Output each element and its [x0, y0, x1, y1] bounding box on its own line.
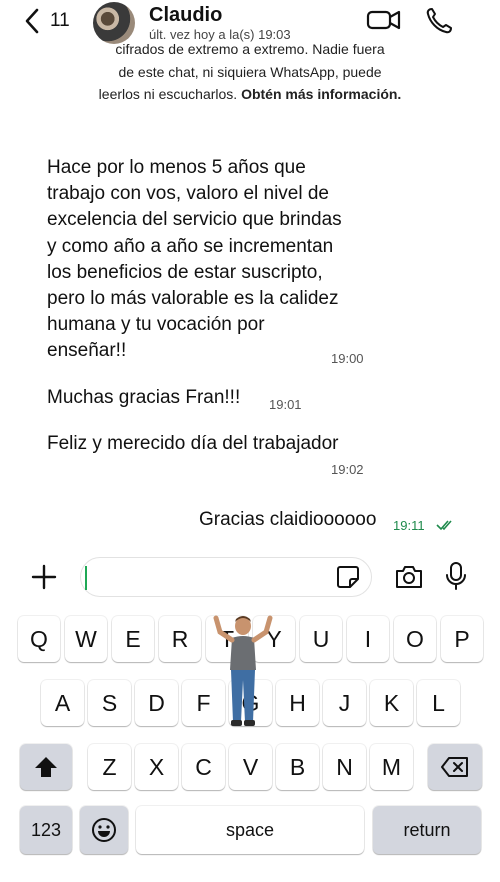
key-x[interactable]: X: [135, 744, 178, 790]
key-v[interactable]: V: [229, 744, 272, 790]
message-line: excelencia del servicio que brindas: [47, 209, 342, 231]
more-info-link[interactable]: Obtén más información.: [241, 86, 401, 102]
received-message[interactable]: Hace por lo menos 5 años que trabajo con…: [47, 155, 342, 365]
encryption-notice: cifrados de extremo a extremo. Nadie fue…: [60, 38, 440, 106]
message-text: Muchas gracias Fran!!!: [47, 387, 241, 408]
key-q[interactable]: Q: [18, 616, 60, 662]
video-call-icon[interactable]: [366, 4, 402, 34]
back-button[interactable]: 11: [22, 6, 70, 36]
key-d[interactable]: D: [135, 680, 178, 726]
key-i[interactable]: I: [347, 616, 389, 662]
back-chevron-icon: [25, 8, 39, 34]
message-line: enseñar!!: [47, 340, 127, 362]
read-ticks-icon: [436, 520, 452, 531]
phone-icon[interactable]: [424, 6, 454, 36]
emoji-key[interactable]: [80, 806, 128, 854]
message-time: 19:02: [331, 462, 364, 477]
backspace-key[interactable]: [428, 744, 482, 790]
notice-line: de este chat, ni siquiera WhatsApp, pued…: [118, 63, 382, 80]
received-message[interactable]: Muchas gracias Fran!!!: [47, 385, 240, 411]
sticker-icon[interactable]: [336, 565, 360, 589]
message-line: Hace por lo menos 5 años que: [47, 157, 306, 178]
key-z[interactable]: Z: [88, 744, 131, 790]
message-input[interactable]: [80, 557, 372, 597]
unread-count: 11: [50, 10, 70, 31]
key-a[interactable]: A: [41, 680, 84, 726]
key-w[interactable]: W: [65, 616, 107, 662]
message-line: trabajo con vos, valoro el nivel de: [47, 183, 329, 205]
key-t[interactable]: T: [206, 616, 248, 662]
message-line: humana y tu vocación por: [47, 314, 265, 336]
key-e[interactable]: E: [112, 616, 154, 662]
key-s[interactable]: S: [88, 680, 131, 726]
backspace-icon: [441, 757, 468, 777]
key-u[interactable]: U: [300, 616, 342, 662]
notice-line: leerlos ni escucharlos. Obtén más inform…: [60, 83, 440, 106]
key-o[interactable]: O: [394, 616, 436, 662]
message-line: y como año a año se incrementan: [47, 235, 334, 257]
microphone-icon[interactable]: [444, 561, 468, 591]
key-k[interactable]: K: [370, 680, 413, 726]
key-l[interactable]: L: [417, 680, 460, 726]
notice-text: leerlos ni escucharlos.: [98, 86, 238, 102]
plus-icon[interactable]: [30, 563, 58, 591]
shift-icon: [35, 757, 57, 777]
space-key[interactable]: space: [136, 806, 364, 854]
contact-name[interactable]: Claudio: [149, 4, 222, 27]
key-b[interactable]: B: [276, 744, 319, 790]
camera-icon[interactable]: [394, 563, 424, 591]
notice-line: cifrados de extremo a extremo. Nadie fue…: [115, 41, 385, 57]
message-text: Feliz y merecido día del trabajador: [47, 433, 339, 454]
numbers-key[interactable]: 123: [20, 806, 72, 854]
text-cursor: [85, 566, 87, 590]
key-c[interactable]: C: [182, 744, 225, 790]
key-r[interactable]: R: [159, 616, 201, 662]
key-h[interactable]: H: [276, 680, 319, 726]
key-g[interactable]: G: [229, 680, 272, 726]
key-y[interactable]: Y: [253, 616, 295, 662]
key-f[interactable]: F: [182, 680, 225, 726]
message-time: 19:01: [269, 397, 302, 412]
message-time: 19:00: [331, 351, 364, 366]
received-message[interactable]: Feliz y merecido día del trabajador: [47, 431, 338, 457]
key-n[interactable]: N: [323, 744, 366, 790]
message-line: pero lo más valorable es la calidez: [47, 288, 339, 310]
key-p[interactable]: P: [441, 616, 483, 662]
emoji-icon: [92, 818, 116, 842]
key-j[interactable]: J: [323, 680, 366, 726]
key-m[interactable]: M: [370, 744, 413, 790]
shift-key[interactable]: [20, 744, 72, 790]
return-key[interactable]: return: [373, 806, 481, 854]
sent-message-time: 19:11: [393, 518, 425, 533]
message-line: los beneficios de estar suscripto,: [47, 261, 323, 283]
keyboard: Q W E R T Y U I O P A S D F G H J K L Z …: [0, 608, 500, 882]
sent-message[interactable]: Gracias claidioooooo: [199, 509, 376, 531]
